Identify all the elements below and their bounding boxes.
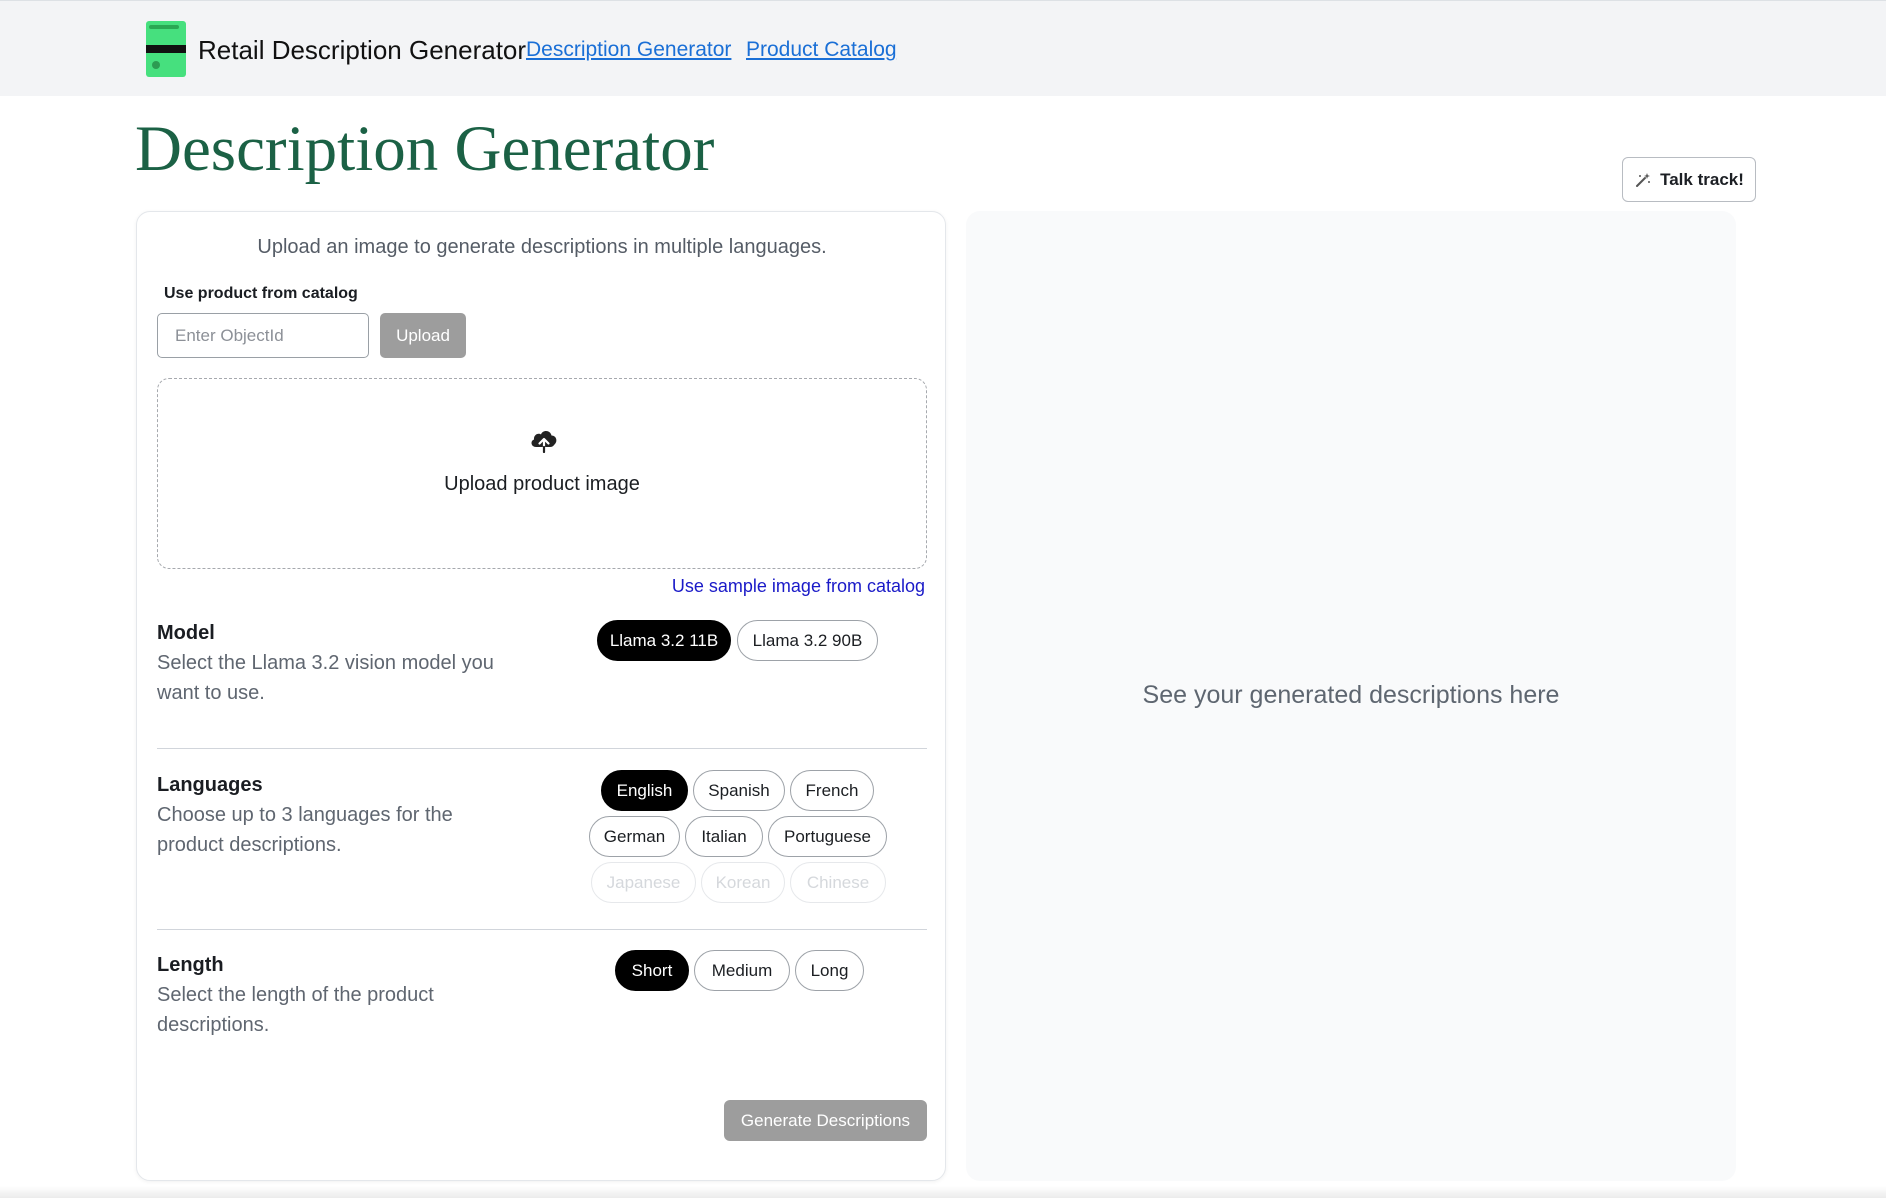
generate-descriptions-button[interactable]: Generate Descriptions: [724, 1100, 927, 1141]
length-section-description: Select the length of the product descrip…: [157, 984, 434, 1036]
catalog-label: Use product from catalog: [164, 285, 358, 302]
model-option-llama-11b[interactable]: Llama 3.2 11B: [597, 620, 731, 661]
length-option-medium[interactable]: Medium: [694, 950, 790, 991]
language-option-spanish[interactable]: Spanish: [693, 770, 785, 811]
page-title: Description Generator: [135, 113, 715, 185]
language-option-chinese: Chinese: [790, 862, 886, 903]
model-option-llama-90b[interactable]: Llama 3.2 90B: [737, 620, 878, 661]
model-section-description: Select the Llama 3.2 vision model you wa…: [157, 652, 494, 704]
page-bottom-shadow: [0, 1186, 1886, 1198]
section-divider: [157, 929, 927, 930]
sample-image-link[interactable]: Use sample image from catalog: [672, 576, 925, 597]
model-section-title: Model: [157, 622, 215, 644]
upload-objectid-button[interactable]: Upload: [380, 313, 466, 358]
nav-link-product-catalog[interactable]: Product Catalog: [746, 38, 897, 62]
intro-text: Upload an image to generate descriptions…: [257, 236, 827, 258]
section-divider: [157, 748, 927, 749]
language-option-german[interactable]: German: [589, 816, 680, 857]
objectid-input[interactable]: [157, 313, 369, 358]
image-dropzone[interactable]: Upload product image: [157, 378, 927, 569]
language-option-korean: Korean: [701, 862, 785, 903]
output-placeholder: See your generated descriptions here: [1142, 681, 1560, 709]
length-option-short[interactable]: Short: [615, 950, 689, 991]
app-brand-name[interactable]: Retail Description Generator: [198, 35, 526, 66]
language-option-japanese: Japanese: [591, 862, 696, 903]
languages-section-description: Choose up to 3 languages for the product…: [157, 804, 453, 856]
magic-wand-icon: [1636, 172, 1651, 187]
talk-track-button[interactable]: Talk track!: [1622, 157, 1756, 202]
dropzone-label: Upload product image: [444, 473, 640, 495]
language-option-english[interactable]: English: [601, 770, 688, 811]
languages-section-title: Languages: [157, 774, 263, 796]
top-navbar: Retail Description Generator Description…: [0, 0, 1886, 96]
length-section-title: Length: [157, 954, 224, 976]
output-panel: See your generated descriptions here: [966, 211, 1736, 1181]
language-option-italian[interactable]: Italian: [685, 816, 763, 857]
talk-track-label: Talk track!: [1660, 169, 1744, 189]
generator-form-card: Upload an image to generate descriptions…: [136, 211, 946, 1181]
nav-link-description-generator[interactable]: Description Generator: [526, 38, 731, 62]
language-option-portuguese[interactable]: Portuguese: [768, 816, 887, 857]
app-logo-icon[interactable]: [146, 21, 186, 77]
cloud-upload-icon: [531, 431, 557, 453]
length-option-long[interactable]: Long: [795, 950, 864, 991]
language-option-french[interactable]: French: [790, 770, 874, 811]
